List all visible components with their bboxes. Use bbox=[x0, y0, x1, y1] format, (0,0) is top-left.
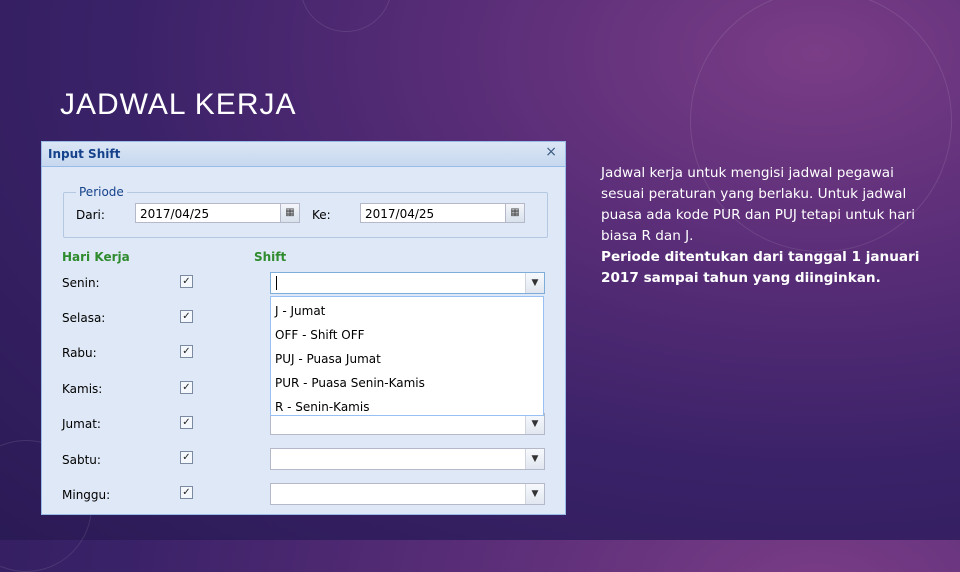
dari-date-field[interactable]: 2017/04/25 ▦ bbox=[135, 203, 300, 223]
day-label-sabtu: Sabtu: bbox=[62, 453, 101, 467]
day-label-selasa: Selasa: bbox=[62, 311, 106, 325]
checkbox-senin[interactable]: ✓ bbox=[180, 275, 193, 288]
periode-legend: Periode bbox=[76, 185, 127, 199]
shift-combo-senin[interactable]: ▼ bbox=[270, 272, 545, 294]
checkbox-minggu[interactable]: ✓ bbox=[180, 486, 193, 499]
shift-combo-sabtu[interactable]: ▼ bbox=[270, 448, 545, 470]
ke-label: Ke: bbox=[312, 208, 331, 222]
close-icon[interactable]: × bbox=[545, 144, 557, 160]
checkbox-sabtu[interactable]: ✓ bbox=[180, 451, 193, 464]
hari-kerja-header: Hari Kerja bbox=[62, 250, 130, 264]
shift-option[interactable]: J - Jumat bbox=[271, 299, 543, 323]
day-label-jumat: Jumat: bbox=[62, 417, 101, 431]
description-text: Jadwal kerja untuk mengisi jadwal pegawa… bbox=[601, 165, 915, 244]
calendar-icon[interactable]: ▦ bbox=[280, 204, 299, 222]
dialog-header: Input Shift × bbox=[42, 142, 565, 167]
background-decoration bbox=[300, 0, 392, 32]
slide-description: Jadwal kerja untuk mengisi jadwal pegawa… bbox=[601, 163, 931, 289]
dialog-title: Input Shift bbox=[48, 147, 121, 161]
chevron-down-icon[interactable]: ▼ bbox=[525, 273, 544, 293]
shift-combo-minggu[interactable]: ▼ bbox=[270, 483, 545, 505]
dari-date-value[interactable]: 2017/04/25 bbox=[140, 207, 209, 221]
day-label-rabu: Rabu: bbox=[62, 346, 97, 360]
dari-label: Dari: bbox=[76, 208, 105, 222]
text-cursor bbox=[276, 276, 277, 290]
ke-date-value[interactable]: 2017/04/25 bbox=[365, 207, 434, 221]
shift-option[interactable]: PUJ - Puasa Jumat bbox=[271, 347, 543, 371]
checkbox-rabu[interactable]: ✓ bbox=[180, 345, 193, 358]
shift-option[interactable]: PUR - Puasa Senin-Kamis bbox=[271, 371, 543, 395]
shift-dropdown-list: J - Jumat OFF - Shift OFF PUJ - Puasa Ju… bbox=[270, 296, 544, 416]
checkbox-kamis[interactable]: ✓ bbox=[180, 381, 193, 394]
chevron-down-icon[interactable]: ▼ bbox=[525, 484, 544, 504]
day-label-kamis: Kamis: bbox=[62, 382, 103, 396]
periode-fieldset: Periode Dari: 2017/04/25 ▦ Ke: 2017/04/2… bbox=[63, 185, 548, 238]
slide-title: JADWAL KERJA bbox=[60, 88, 297, 121]
day-label-minggu: Minggu: bbox=[62, 488, 111, 502]
ke-date-field[interactable]: 2017/04/25 ▦ bbox=[360, 203, 525, 223]
calendar-icon[interactable]: ▦ bbox=[505, 204, 524, 222]
checkbox-jumat[interactable]: ✓ bbox=[180, 416, 193, 429]
shift-header: Shift bbox=[254, 250, 287, 264]
day-label-senin: Senin: bbox=[62, 276, 100, 290]
shift-option[interactable]: OFF - Shift OFF bbox=[271, 323, 543, 347]
chevron-down-icon[interactable]: ▼ bbox=[525, 449, 544, 469]
shift-option[interactable]: R - Senin-Kamis bbox=[271, 395, 543, 419]
checkbox-selasa[interactable]: ✓ bbox=[180, 310, 193, 323]
description-note: Periode ditentukan dari tanggal 1 januar… bbox=[601, 249, 920, 286]
input-shift-dialog: Input Shift × Periode Dari: 2017/04/25 ▦… bbox=[41, 141, 566, 515]
